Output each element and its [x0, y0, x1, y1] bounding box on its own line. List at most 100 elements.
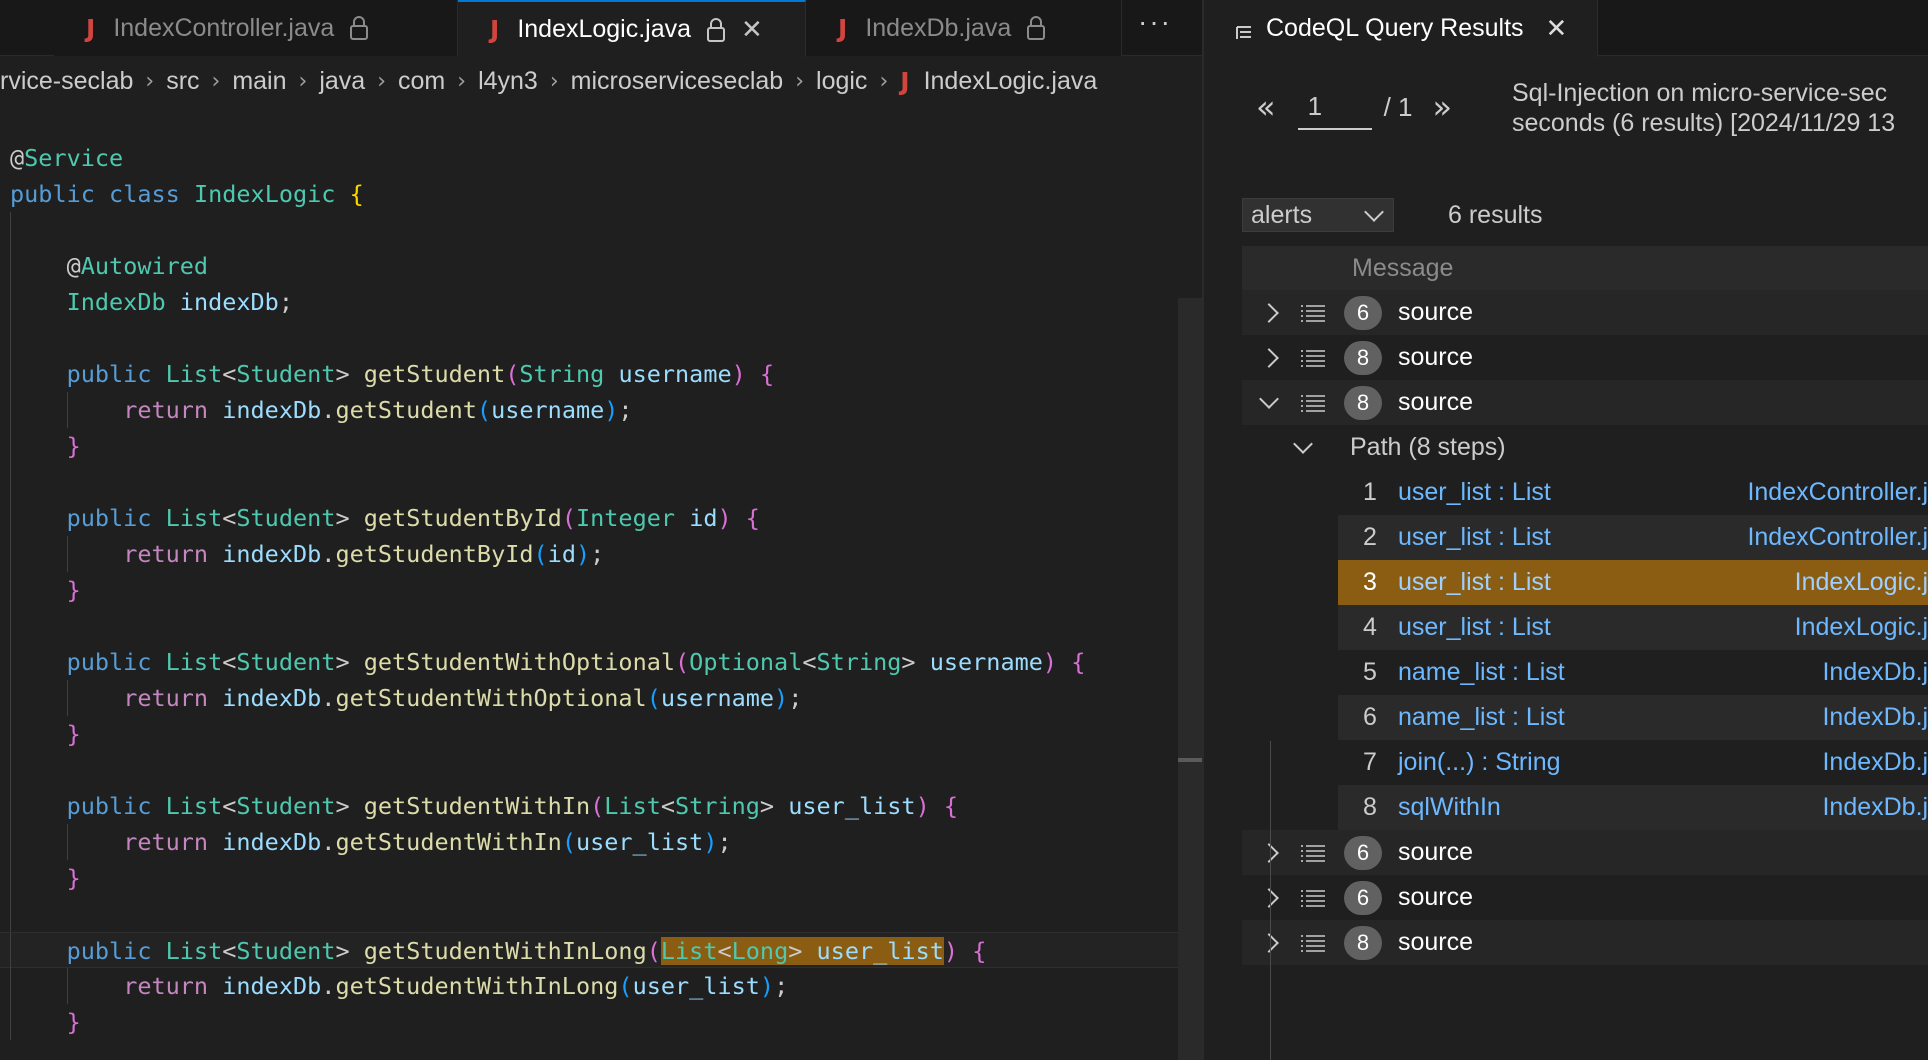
path-step-row[interactable]: 8 sqlWithIn IndexDb.ja — [1338, 785, 1928, 830]
tab-index-logic[interactable]: J IndexLogic.java ✕ — [458, 0, 806, 57]
code-line[interactable]: return indexDb.getStudentWithInLong(user… — [0, 968, 1178, 1004]
code-line[interactable]: public List<Student> getStudentById(Inte… — [0, 500, 1178, 536]
close-tab-icon[interactable]: ✕ — [741, 15, 763, 45]
path-row[interactable]: Path (8 steps) — [1242, 425, 1928, 470]
alert-message[interactable]: source — [1398, 838, 1473, 867]
query-info: Sql-Injection on micro-service-sec secon… — [1512, 78, 1928, 138]
chevron-right-icon[interactable] — [1256, 930, 1282, 956]
code-line[interactable]: return indexDb.getStudentById(id); — [0, 536, 1178, 572]
show-paths-icon[interactable] — [1300, 302, 1326, 322]
step-file-link[interactable]: IndexLogic.ja — [1795, 568, 1928, 597]
path-step-row[interactable]: 6 name_list : List IndexDb.ja — [1338, 695, 1928, 740]
tab-index-controller[interactable]: J IndexController.java — [54, 0, 458, 56]
step-file-link[interactable]: IndexDb.ja — [1822, 703, 1928, 732]
page-number-input[interactable] — [1297, 84, 1372, 130]
show-paths-icon[interactable] — [1300, 347, 1326, 367]
step-link[interactable]: user_list : List — [1398, 568, 1551, 597]
code-line[interactable] — [0, 752, 1178, 788]
path-step-row[interactable]: 3 user_list : List IndexLogic.ja — [1338, 560, 1928, 605]
code-line[interactable]: @Service — [0, 140, 1178, 176]
chevron-right-icon[interactable] — [1256, 300, 1282, 326]
chevron-right-icon[interactable] — [1256, 885, 1282, 911]
step-link[interactable]: user_list : List — [1398, 613, 1551, 642]
code-line[interactable]: return indexDb.getStudentWithIn(user_lis… — [0, 824, 1178, 860]
previous-page-icon[interactable]: « — [1256, 88, 1276, 126]
code-line[interactable]: public List<Student> getStudentWithInLon… — [0, 932, 1178, 969]
breadcrumb-item[interactable]: src — [166, 67, 199, 96]
alert-row[interactable]: 8 source — [1242, 380, 1928, 425]
code-line[interactable] — [0, 320, 1178, 356]
path-step-row[interactable]: 5 name_list : List IndexDb.ja — [1338, 650, 1928, 695]
alert-message[interactable]: source — [1398, 343, 1473, 372]
alert-row[interactable]: 6 source — [1242, 875, 1928, 920]
code-line[interactable]: public class IndexLogic { — [0, 176, 1178, 212]
code-line[interactable]: public List<Student> getStudentWithOptio… — [0, 644, 1178, 680]
breadcrumb-item[interactable]: com — [398, 67, 445, 96]
code-line[interactable]: return indexDb.getStudent(username); — [0, 392, 1178, 428]
step-file-link[interactable]: IndexDb.ja — [1822, 793, 1928, 822]
chevron-right-icon[interactable] — [1256, 840, 1282, 866]
step-link[interactable]: user_list : List — [1398, 478, 1551, 507]
code-line[interactable]: } — [0, 428, 1178, 464]
breadcrumb-item[interactable]: logic — [816, 67, 867, 96]
code-line[interactable]: @Autowired — [0, 248, 1178, 284]
code-line[interactable]: } — [0, 1004, 1178, 1040]
step-link[interactable]: join(...) : String — [1398, 748, 1561, 777]
breadcrumb-item[interactable]: microserviceseclab — [571, 67, 784, 96]
step-file-link[interactable]: IndexDb.ja — [1822, 658, 1928, 687]
code-line[interactable]: public List<Student> getStudentWithIn(Li… — [0, 788, 1178, 824]
show-paths-icon[interactable] — [1300, 932, 1326, 952]
column-header-message[interactable]: Message — [1242, 246, 1928, 290]
code-line[interactable]: public List<Student> getStudent(String u… — [0, 356, 1178, 392]
tab-codeql-results[interactable]: CodeQL Query Results ✕ — [1204, 0, 1598, 57]
step-link[interactable]: name_list : List — [1398, 703, 1565, 732]
breadcrumb-item-current[interactable]: IndexLogic.java — [924, 67, 1098, 96]
close-tab-icon[interactable]: ✕ — [1546, 14, 1568, 44]
tab-index-db[interactable]: J IndexDb.java — [806, 0, 1122, 56]
alert-message[interactable]: source — [1398, 388, 1473, 417]
alert-row[interactable]: 8 source — [1242, 335, 1928, 380]
breadcrumb-item[interactable]: rvice-seclab — [0, 67, 133, 96]
step-file-link[interactable]: IndexLogic.ja — [1795, 613, 1928, 642]
code-line[interactable]: } — [0, 572, 1178, 608]
alert-message[interactable]: source — [1398, 928, 1473, 957]
alert-row[interactable]: 6 source — [1242, 830, 1928, 875]
step-file-link[interactable]: IndexDb.ja — [1822, 748, 1928, 777]
path-step-row[interactable]: 7 join(...) : String IndexDb.ja — [1338, 740, 1928, 785]
chevron-down-icon[interactable] — [1256, 390, 1282, 416]
result-view-select[interactable]: alerts — [1242, 198, 1394, 232]
path-step-row[interactable]: 1 user_list : List IndexController.ja — [1338, 470, 1928, 515]
editor-scrollbar-thumb[interactable] — [1178, 298, 1202, 1060]
alert-message[interactable]: source — [1398, 298, 1473, 327]
step-link[interactable]: sqlWithIn — [1398, 793, 1501, 822]
path-step-row[interactable]: 4 user_list : List IndexLogic.ja — [1338, 605, 1928, 650]
more-actions-icon[interactable]: ··· — [1138, 6, 1172, 38]
code-line[interactable] — [0, 608, 1178, 644]
step-file-link[interactable]: IndexController.ja — [1747, 523, 1928, 552]
show-paths-icon[interactable] — [1300, 887, 1326, 907]
codeql-results-pane: CodeQL Query Results ✕ « / 1 » Sql-Injec… — [1204, 0, 1928, 1060]
step-file-link[interactable]: IndexController.ja — [1747, 478, 1928, 507]
code-line[interactable]: } — [0, 716, 1178, 752]
code-line[interactable]: } — [0, 860, 1178, 896]
path-step-row[interactable]: 2 user_list : List IndexController.ja — [1338, 515, 1928, 560]
code-line[interactable] — [0, 896, 1178, 932]
alert-row[interactable]: 8 source — [1242, 920, 1928, 965]
show-paths-icon[interactable] — [1300, 392, 1326, 412]
breadcrumb-item[interactable]: l4yn3 — [478, 67, 538, 96]
show-paths-icon[interactable] — [1300, 842, 1326, 862]
step-link[interactable]: user_list : List — [1398, 523, 1551, 552]
chevron-right-icon[interactable] — [1256, 345, 1282, 371]
code-line[interactable]: return indexDb.getStudentWithOptional(us… — [0, 680, 1178, 716]
code-line[interactable] — [0, 212, 1178, 248]
breadcrumb-item[interactable]: java — [319, 67, 365, 96]
code-line[interactable] — [0, 464, 1178, 500]
next-page-icon[interactable]: » — [1433, 88, 1453, 126]
alert-row[interactable]: 6 source — [1242, 290, 1928, 335]
code-editor[interactable]: @Service public class IndexLogic { @Autow… — [0, 140, 1178, 1040]
code-line[interactable]: IndexDb indexDb; — [0, 284, 1178, 320]
breadcrumb-item[interactable]: main — [232, 67, 286, 96]
chevron-down-icon[interactable] — [1290, 435, 1316, 461]
alert-message[interactable]: source — [1398, 883, 1473, 912]
step-link[interactable]: name_list : List — [1398, 658, 1565, 687]
